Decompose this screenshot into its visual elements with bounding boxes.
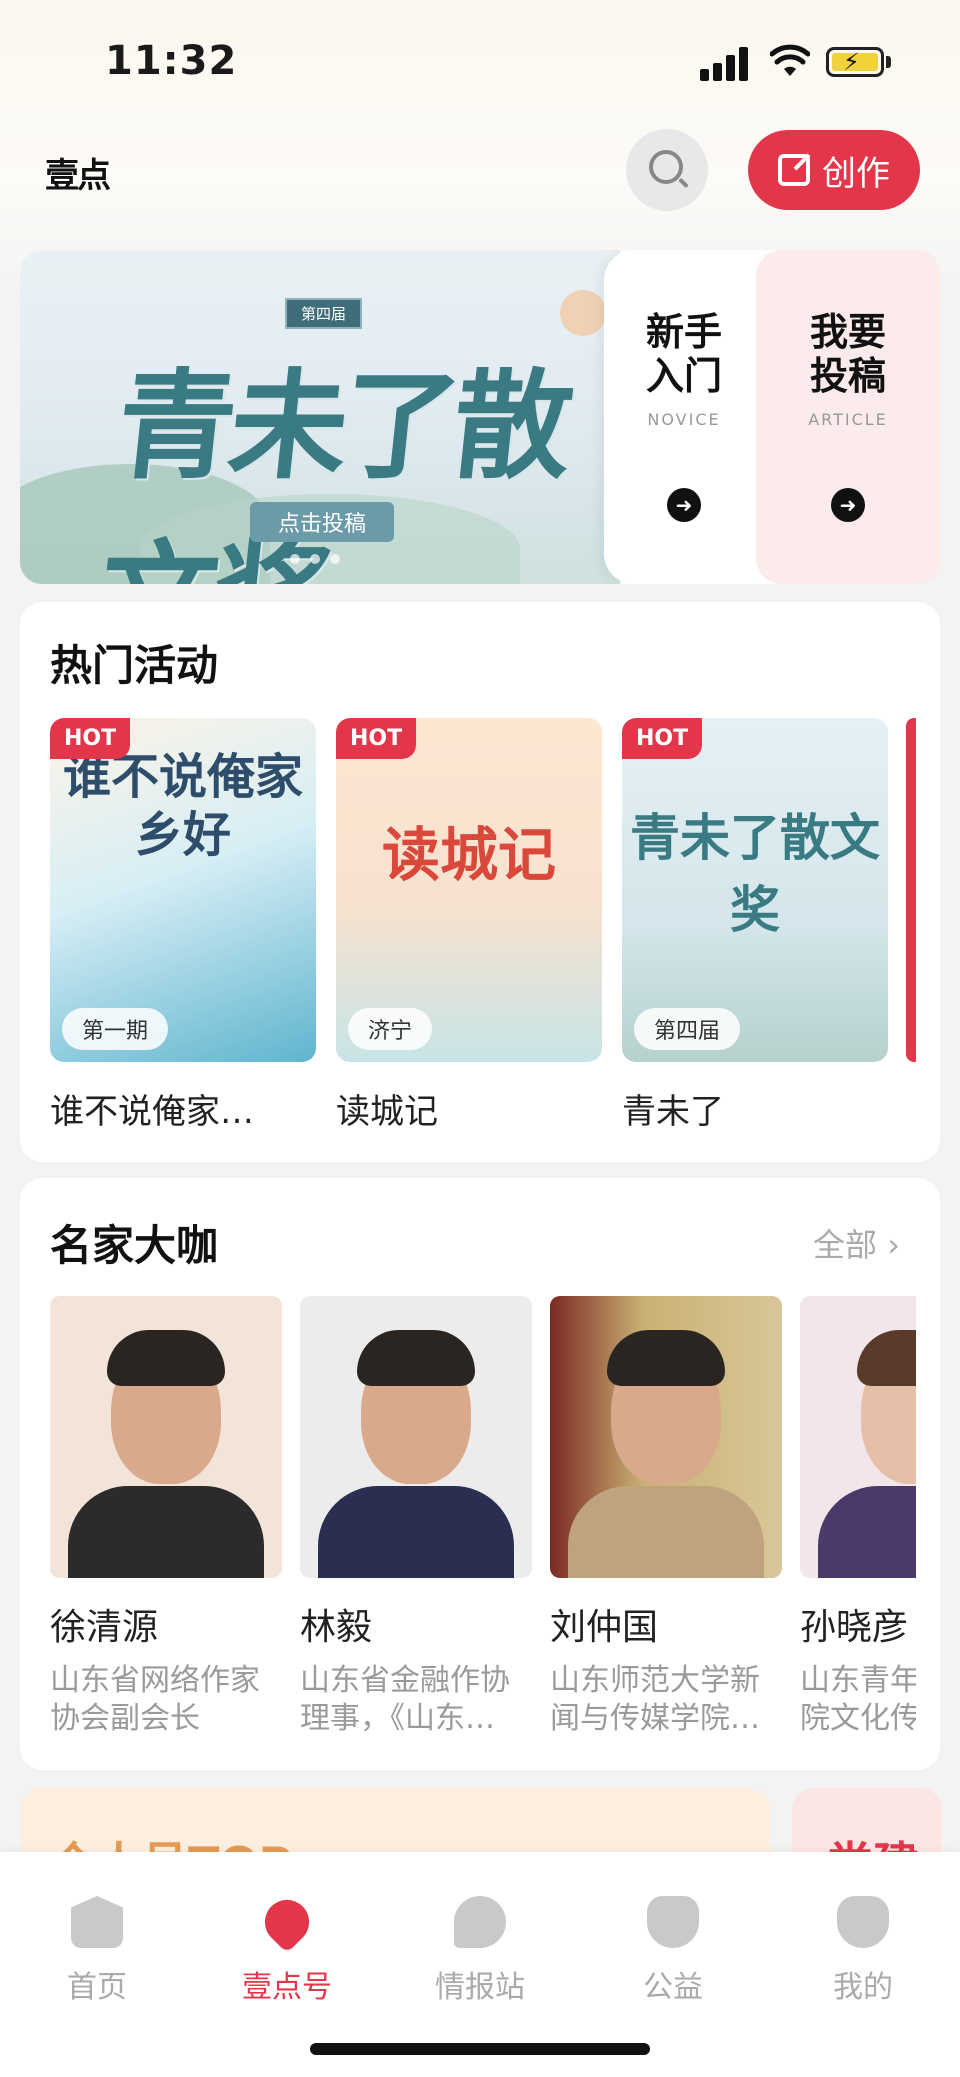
activity-name: 青未了 — [622, 1092, 724, 1132]
battery-tip — [886, 56, 891, 68]
activity-name: 读城记 — [336, 1092, 438, 1132]
tab-label: 公益 — [643, 1970, 703, 2005]
novice-title: 新手 入门 — [645, 310, 722, 398]
status-time: 11:32 — [105, 38, 238, 84]
master-card[interactable]: 刘仲国 山东师范大学新闻与传媒学院… — [550, 1296, 782, 1738]
novice-guide-button[interactable]: 新手 入门 NOVICE ➜ — [604, 250, 764, 584]
hot-activities-section: 热门活动 谁不说俺家乡好 HOT 第一期 谁不说俺家… 读城记 HOT 济宁 读… — [20, 602, 940, 1162]
master-desc: 山东师范大学新闻与传媒学院… — [550, 1663, 760, 1736]
arrow-right-icon: ➜ — [831, 488, 865, 522]
tab-label: 首页 — [67, 1970, 127, 2005]
section-title: 热门活动 — [50, 641, 219, 690]
masters-section: 名家大咖 全部 › 徐清源 山东省网络作家协会副会长 林毅 山东省金融作协理事，… — [20, 1178, 940, 1770]
novice-subtitle: NOVICE — [647, 410, 721, 429]
tab-label: 壹点号 — [242, 1970, 332, 2005]
master-name: 刘仲国 — [550, 1607, 659, 1648]
carousel-dots — [290, 554, 340, 564]
heart-icon — [255, 1890, 319, 1954]
master-photo — [550, 1296, 782, 1578]
activity-tag: 第一期 — [62, 1008, 169, 1050]
activity-name: 谁不说俺家… — [50, 1092, 254, 1132]
status-bar: 11:32 ⚡ — [0, 0, 960, 120]
create-button[interactable]: 创作 — [748, 130, 920, 210]
arrow-right-icon: ➜ — [667, 488, 701, 522]
tab-home[interactable]: 首页 — [22, 1896, 172, 2006]
hot-badge: HOT — [336, 718, 417, 759]
activity-image: 读城记 HOT 济宁 — [336, 718, 602, 1062]
activity-card-peek[interactable] — [906, 718, 916, 1062]
master-card[interactable]: 孙晓彦 山东青年政治学院文化传 — [800, 1296, 916, 1738]
activity-image: 青未了散文奖 HOT 第四届 — [622, 718, 888, 1062]
article-title: 我要 投稿 — [809, 310, 886, 398]
tab-label: 我的 — [833, 1970, 893, 2005]
wifi-icon — [770, 44, 810, 76]
master-card[interactable]: 林毅 山东省金融作协理事，《山东… — [300, 1296, 532, 1738]
activity-tag: 第四届 — [634, 1008, 741, 1050]
chat-icon — [454, 1896, 506, 1948]
banner-carousel[interactable]: 第四届 青未了散文奖 点击投稿 新手 入门 NOVICE ➜ 我要 投稿 ARTIC… — [20, 250, 940, 584]
masters-scroll[interactable]: 徐清源 山东省网络作家协会副会长 林毅 山东省金融作协理事，《山东… 刘仲国 山… — [50, 1178, 916, 1770]
master-photo — [800, 1296, 916, 1578]
battery-icon: ⚡ — [826, 47, 884, 77]
hot-badge: HOT — [622, 718, 703, 759]
master-desc: 山东青年政治学院文化传 — [800, 1663, 916, 1736]
master-desc: 山东省网络作家协会副会长 — [50, 1663, 260, 1736]
tab-label: 情报站 — [435, 1970, 525, 2005]
activity-tag: 济宁 — [348, 1008, 433, 1050]
banner-cta[interactable]: 点击投稿 — [250, 502, 395, 542]
master-desc: 山东省金融作协理事，《山东… — [300, 1663, 510, 1736]
tab-intel-station[interactable]: 情报站 — [405, 1896, 555, 2006]
activity-card[interactable]: 青未了散文奖 HOT 第四届 青未了 — [622, 718, 888, 1133]
tab-profile[interactable]: 我的 — [788, 1896, 938, 2006]
master-card[interactable]: 徐清源 山东省网络作家协会副会长 — [50, 1296, 282, 1738]
master-photo — [50, 1296, 282, 1578]
search-button[interactable] — [626, 129, 708, 211]
master-photo — [300, 1296, 532, 1578]
hot-badge: HOT — [50, 718, 131, 759]
article-subtitle: ARTICLE — [808, 410, 888, 429]
charity-icon — [647, 1896, 699, 1948]
banner-edition-label: 第四届 — [285, 298, 363, 329]
activity-image: 谁不说俺家乡好 HOT 第一期 — [50, 718, 316, 1062]
submit-article-button[interactable]: 我要 投稿 ARTICLE ➜ — [756, 250, 940, 584]
banner-main-slide[interactable]: 第四届 青未了散文奖 点击投稿 — [20, 250, 620, 584]
master-name: 徐清源 — [50, 1607, 159, 1648]
home-indicator — [310, 2043, 650, 2055]
tab-yidianhao[interactable]: 壹点号 — [212, 1890, 362, 2006]
profile-icon — [837, 1896, 889, 1948]
activity-card[interactable]: 谁不说俺家乡好 HOT 第一期 谁不说俺家… — [50, 718, 316, 1133]
master-name: 孙晓彦 — [800, 1607, 909, 1648]
banner-title: 青未了散文奖 — [93, 356, 574, 584]
search-icon-handle — [678, 177, 689, 189]
edit-icon — [778, 154, 810, 186]
master-name: 林毅 — [300, 1607, 373, 1648]
signal-icon — [700, 45, 752, 81]
activity-card[interactable]: 读城记 HOT 济宁 读城记 — [336, 718, 602, 1133]
create-label: 创作 — [822, 153, 890, 194]
app-logo[interactable]: 壹点 — [45, 148, 111, 197]
home-icon — [71, 1896, 123, 1948]
tab-charity[interactable]: 公益 — [598, 1896, 748, 2006]
